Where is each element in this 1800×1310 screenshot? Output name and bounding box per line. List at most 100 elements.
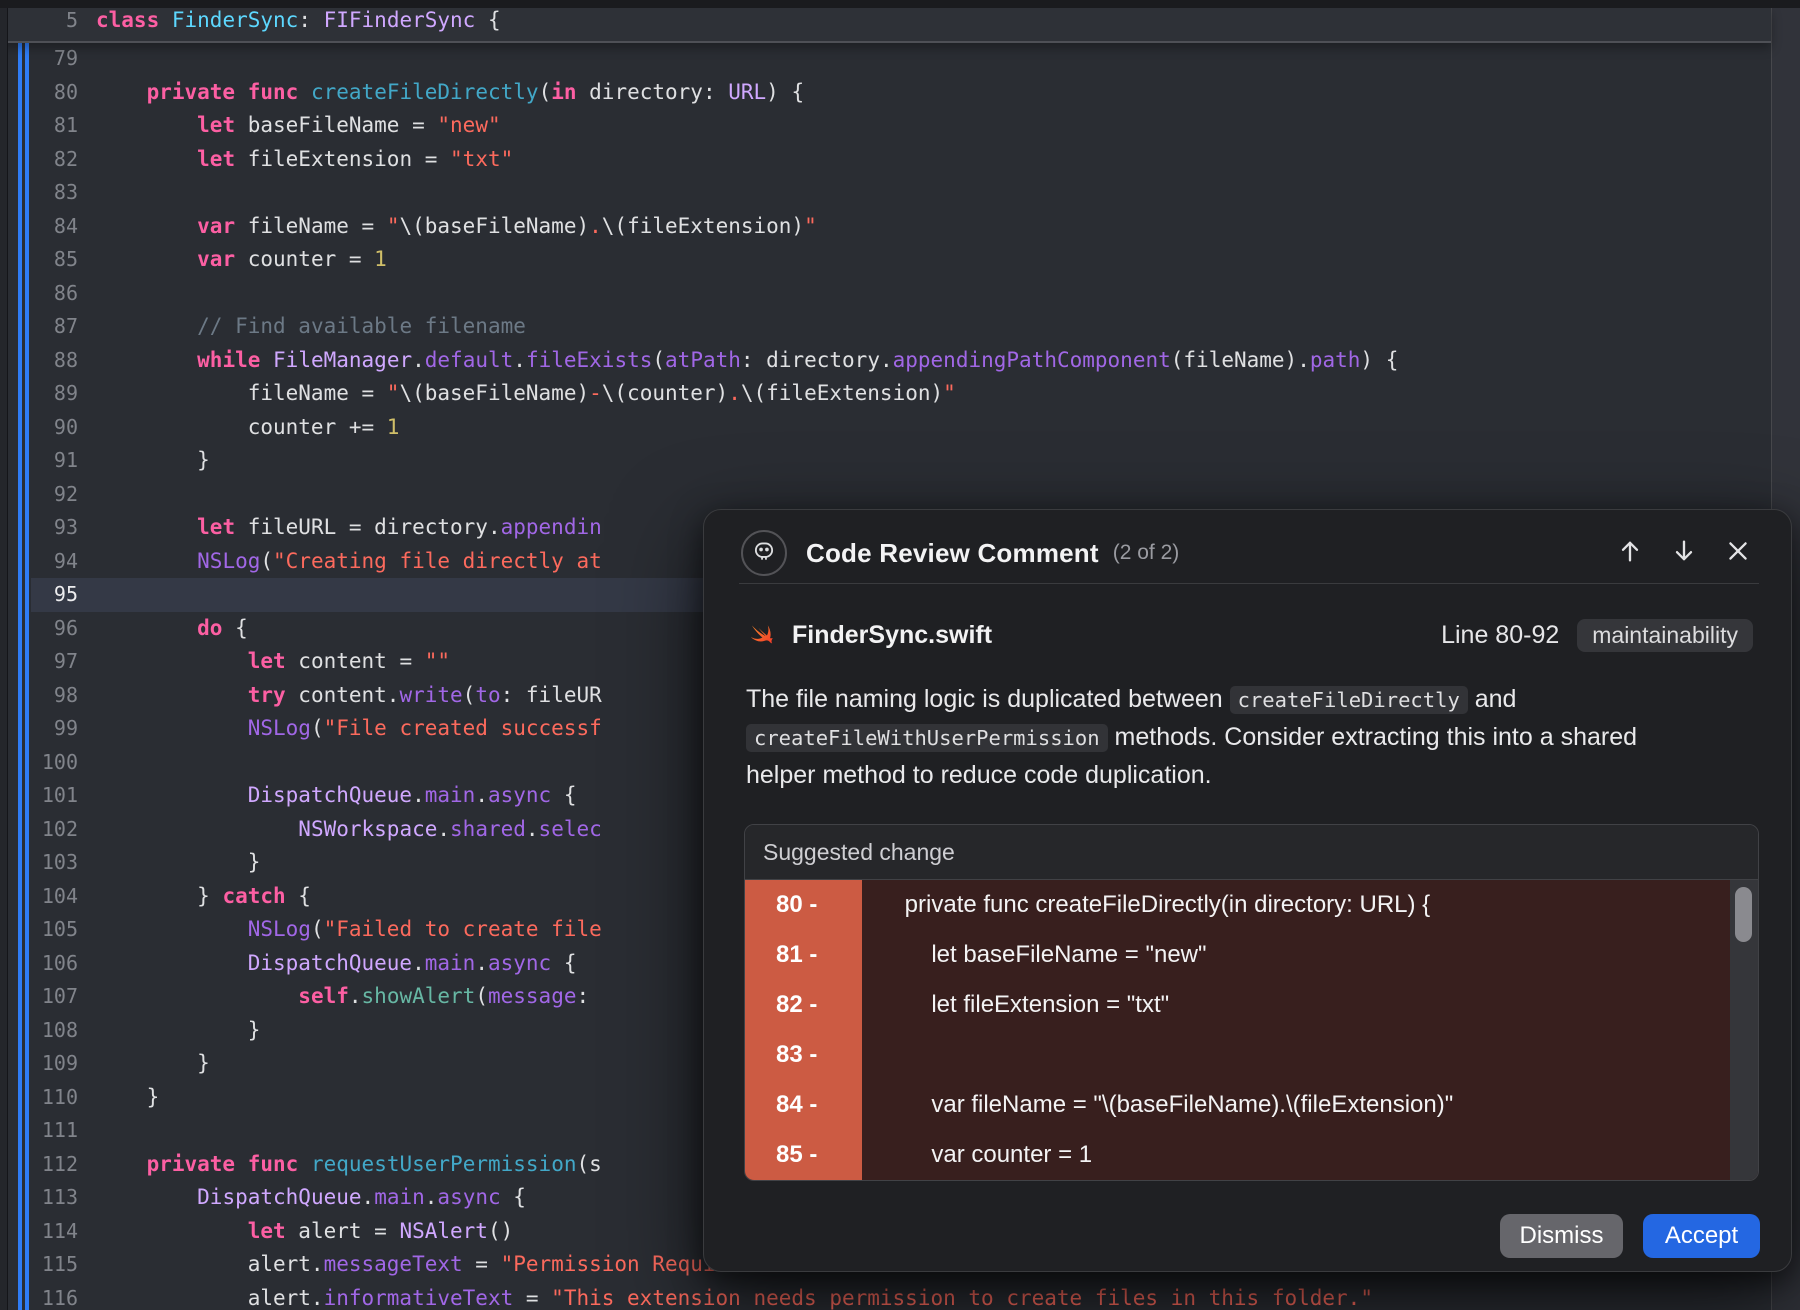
line-number: 104 xyxy=(0,880,78,914)
file-row: FinderSync.swift Line 80-92 maintainabil… xyxy=(741,606,1753,664)
file-name: FinderSync.swift xyxy=(792,621,992,650)
line-number: 116 xyxy=(0,1282,78,1310)
diff-row: 82 - let fileExtension = "txt" xyxy=(745,980,1758,1030)
line-code: let baseFileName = "new" xyxy=(96,109,501,143)
code-line[interactable]: 87 // Find available filename xyxy=(0,310,1771,344)
line-code: DispatchQueue.main.async { xyxy=(96,947,577,981)
diff-code-text xyxy=(862,1030,1758,1080)
line-number: 87 xyxy=(0,310,78,344)
diff-scrollbar-track[interactable] xyxy=(1730,880,1758,1180)
line-number: 96 xyxy=(0,612,78,646)
line-number: 112 xyxy=(0,1148,78,1182)
code-line[interactable]: 82 let fileExtension = "txt" xyxy=(0,143,1771,177)
code-line[interactable]: 89 fileName = "\(baseFileName)-\(counter… xyxy=(0,377,1771,411)
line-code: } xyxy=(96,1047,210,1081)
line-code: fileName = "\(baseFileName)-\(counter).\… xyxy=(96,377,956,411)
suggested-change-label: Suggested change xyxy=(745,825,1758,880)
code-line[interactable]: 84 var fileName = "\(baseFileName).\(fil… xyxy=(0,210,1771,244)
diff-line-number: 81 - xyxy=(745,930,862,980)
close-button[interactable] xyxy=(1723,538,1753,568)
diff-row: 85 - var counter = 1 xyxy=(745,1130,1758,1180)
line-number: 111 xyxy=(0,1114,78,1148)
line-code: } xyxy=(96,444,210,478)
line-code: DispatchQueue.main.async { xyxy=(96,779,577,813)
comment-text: and xyxy=(1468,685,1517,713)
line-number: 115 xyxy=(0,1248,78,1282)
gutter-change-bar xyxy=(18,41,22,1310)
line-number: 98 xyxy=(0,679,78,713)
diff-row: 84 - var fileName = "\(baseFileName).\(f… xyxy=(745,1080,1758,1130)
line-range: Line 80-92 xyxy=(1441,621,1559,650)
line-code: let fileURL = directory.appendin xyxy=(96,511,602,545)
line-code: DispatchQueue.main.async { xyxy=(96,1181,526,1215)
line-code: let fileExtension = "txt" xyxy=(96,143,513,177)
header-divider xyxy=(739,583,1759,584)
down-arrow-icon xyxy=(1670,537,1698,570)
line-number: 97 xyxy=(0,645,78,679)
line-code: let alert = NSAlert() xyxy=(96,1215,513,1249)
code-line[interactable]: 88 while FileManager.default.fileExists(… xyxy=(0,344,1771,378)
category-badge: maintainability xyxy=(1577,619,1753,652)
dismiss-button[interactable]: Dismiss xyxy=(1500,1214,1623,1258)
sticky-scope-header[interactable]: 5 class FinderSync: FIFinderSync { xyxy=(0,8,1771,43)
line-number: 79 xyxy=(0,42,78,76)
line-code: let content = "" xyxy=(96,645,450,679)
diff-line-number: 85 - xyxy=(745,1130,862,1180)
line-code: try content.write(to: fileUR xyxy=(96,679,602,713)
diff-code-text: var counter = 1 xyxy=(862,1130,1758,1180)
line-number: 90 xyxy=(0,411,78,445)
diff-line-number: 83 - xyxy=(745,1030,862,1080)
line-code: private func createFileDirectly(in direc… xyxy=(96,76,804,110)
line-number: 82 xyxy=(0,143,78,177)
dialog-nav xyxy=(1615,538,1753,568)
line-code: } xyxy=(96,846,260,880)
prev-comment-button[interactable] xyxy=(1615,538,1645,568)
line-number: 83 xyxy=(0,176,78,210)
line-code: NSLog("Creating file directly at xyxy=(96,545,602,579)
diff-line-number: 82 - xyxy=(745,980,862,1030)
editor-left-edge xyxy=(0,8,8,1310)
sticky-line-number: 5 xyxy=(0,8,78,41)
line-code: } xyxy=(96,1014,260,1048)
line-number: 110 xyxy=(0,1081,78,1115)
dialog-title: Code Review Comment xyxy=(806,538,1099,569)
gutter-change-bar-2 xyxy=(25,41,29,1310)
diff-line-number: 80 - xyxy=(745,880,862,930)
line-number: 88 xyxy=(0,344,78,378)
line-number: 93 xyxy=(0,511,78,545)
next-comment-button[interactable] xyxy=(1669,538,1699,568)
line-code: NSLog("Failed to create file xyxy=(96,913,602,947)
accept-button[interactable]: Accept xyxy=(1643,1214,1760,1258)
line-code: NSLog("File created successf xyxy=(96,712,602,746)
code-line[interactable]: 86 xyxy=(0,277,1771,311)
window-top-strip xyxy=(0,0,1800,8)
code-line[interactable]: 79 xyxy=(0,42,1771,76)
code-line[interactable]: 81 let baseFileName = "new" xyxy=(0,109,1771,143)
line-number: 101 xyxy=(0,779,78,813)
line-code: counter += 1 xyxy=(96,411,399,445)
line-code: self.showAlert(message: xyxy=(96,980,589,1014)
line-code: } xyxy=(96,1081,159,1115)
line-code: while FileManager.default.fileExists(atP… xyxy=(96,344,1398,378)
swift-icon xyxy=(741,616,775,655)
code-line[interactable]: 80 private func createFileDirectly(in di… xyxy=(0,76,1771,110)
review-comment-text: The file naming logic is duplicated betw… xyxy=(746,680,1731,794)
suggested-change-panel: Suggested change 80 - private func creat… xyxy=(744,824,1759,1181)
line-number: 92 xyxy=(0,478,78,512)
diff-line-number: 84 - xyxy=(745,1080,862,1130)
code-line[interactable]: 85 var counter = 1 xyxy=(0,243,1771,277)
code-line[interactable]: 92 xyxy=(0,478,1771,512)
diff-code-text: let baseFileName = "new" xyxy=(862,930,1758,980)
line-number: 94 xyxy=(0,545,78,579)
code-line[interactable]: 116 alert.informativeText = "This extens… xyxy=(0,1282,1771,1310)
close-icon xyxy=(1724,537,1752,570)
code-line[interactable]: 91 } xyxy=(0,444,1771,478)
code-line[interactable]: 83 xyxy=(0,176,1771,210)
diff-scrollbar-thumb[interactable] xyxy=(1735,887,1752,942)
line-number: 99 xyxy=(0,712,78,746)
bot-avatar xyxy=(741,530,787,576)
diff-code-text: private func createFileDirectly(in direc… xyxy=(862,880,1758,930)
diff-row: 80 - private func createFileDirectly(in … xyxy=(745,880,1758,930)
line-number: 108 xyxy=(0,1014,78,1048)
code-line[interactable]: 90 counter += 1 xyxy=(0,411,1771,445)
